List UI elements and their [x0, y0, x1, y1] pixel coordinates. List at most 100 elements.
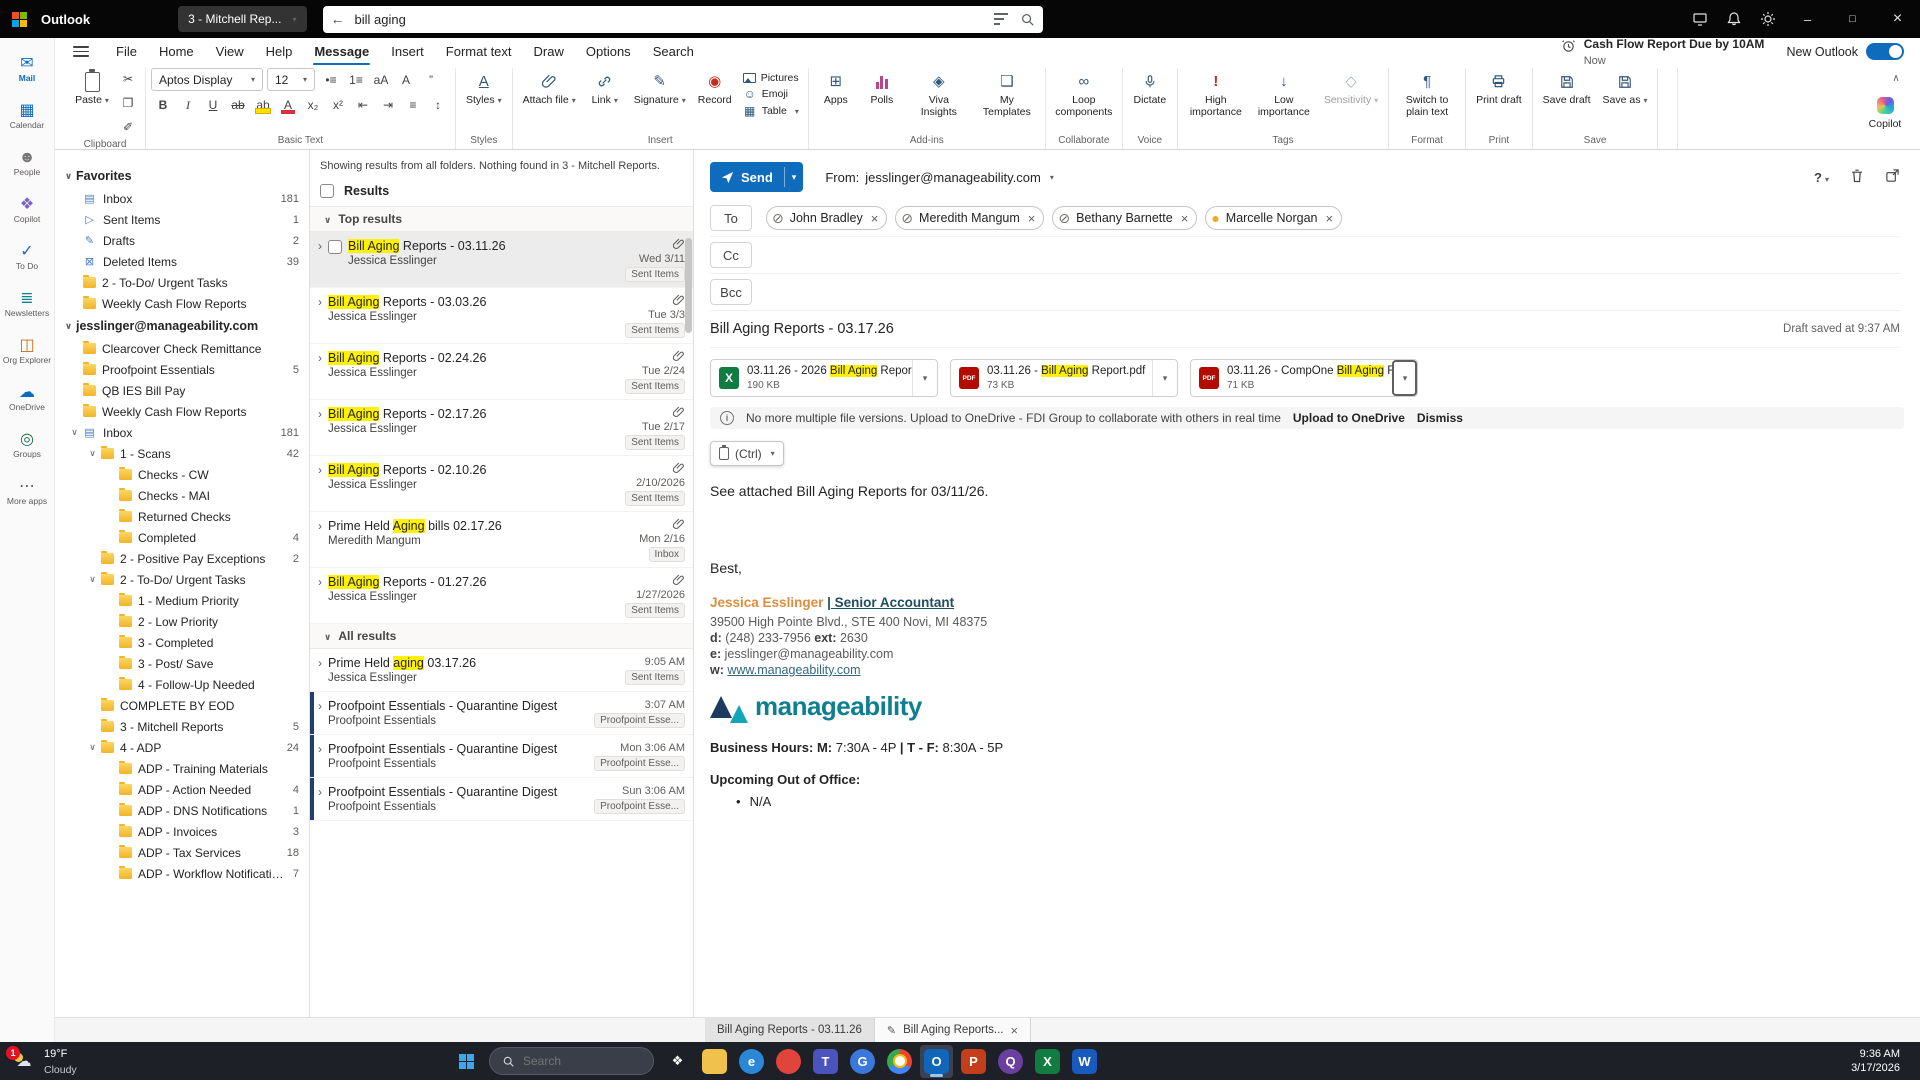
folder-tree-item[interactable]: 4 - ADP 24 [55, 737, 309, 758]
folder-tree-item[interactable]: Proofpoint Essentials 5 [55, 359, 309, 380]
expand-chevron-icon[interactable] [312, 574, 328, 618]
low-importance-button[interactable]: ↓ Low importance [1251, 68, 1317, 120]
folder-tree-item[interactable]: QB IES Bill Pay [55, 380, 309, 401]
tab-draw[interactable]: Draw [523, 38, 575, 65]
change-case-icon[interactable]: aA [369, 69, 393, 91]
folder-tree-item[interactable]: 3 - Mitchell Reports 5 [55, 716, 309, 737]
folder-tree-item[interactable]: ADP - Tax Services 18 [55, 842, 309, 863]
collapse-ribbon-icon[interactable] [1885, 68, 1907, 88]
search-bar[interactable] [323, 6, 1043, 33]
settings-gear-icon[interactable] [1751, 0, 1785, 38]
folder-tree-item[interactable]: ADP - Training Materials [55, 758, 309, 779]
message-body-editor[interactable]: See attached Bill Aging Reports for 03/1… [694, 466, 1920, 1017]
subject-field[interactable]: Bill Aging Reports - 03.17.26 [710, 321, 894, 337]
search-result-item[interactable]: Prime Held Aging bills 02.17.26 Meredith… [310, 512, 693, 568]
result-checkbox[interactable] [328, 240, 342, 254]
attachment-card[interactable]: PDF 03.11.26 - CompOne Bill Aging Re... … [1190, 359, 1418, 397]
expand-chevron-icon[interactable] [85, 742, 100, 753]
copy-icon[interactable]: ❐ [116, 92, 140, 114]
paste-options-widget[interactable]: (Ctrl) [710, 441, 784, 466]
sensitivity-button[interactable]: ◇ Sensitivity [1319, 68, 1383, 108]
strikethrough-icon[interactable]: ab [226, 94, 250, 116]
from-selector[interactable]: From: jesslinger@manageability.com [825, 170, 1054, 185]
rail-people[interactable]: ☻ People [0, 140, 54, 187]
share-screen-icon[interactable] [1683, 0, 1717, 38]
search-result-item[interactable]: Proofpoint Essentials - Quarantine Diges… [310, 778, 693, 821]
font-name-dropdown[interactable]: Aptos Display [151, 68, 263, 91]
expand-chevron-icon[interactable] [312, 655, 328, 686]
tab-search[interactable]: Search [642, 38, 705, 65]
text-highlight-icon[interactable]: ab [251, 94, 275, 116]
underline-icon[interactable]: U [201, 94, 225, 116]
loop-components-button[interactable]: ∞ Loop components [1051, 68, 1117, 120]
attachment-card[interactable]: PDF 03.11.26 - Bill Aging Report.pdf 73 … [950, 359, 1178, 397]
align-icon[interactable]: ≡ [401, 94, 425, 116]
apps-button[interactable]: ⊞ Apps [814, 68, 858, 108]
folder-tree-item[interactable]: ▤ Inbox 181 [55, 188, 309, 209]
font-size-dropdown[interactable]: 12 [267, 68, 315, 91]
italic-icon[interactable]: I [176, 94, 200, 116]
switch-plain-text-button[interactable]: ¶ Switch to plain text [1394, 68, 1460, 120]
all-results-header[interactable]: All results [310, 624, 693, 649]
expand-chevron-icon[interactable] [312, 462, 328, 506]
bcc-button[interactable]: Bcc [710, 279, 752, 305]
folder-tree-item[interactable]: 2 - Positive Pay Exceptions 2 [55, 548, 309, 569]
search-result-item[interactable]: Proofpoint Essentials - Quarantine Diges… [310, 692, 693, 735]
link-button[interactable]: Link [583, 68, 627, 108]
expand-chevron-icon[interactable] [312, 238, 328, 282]
copilot-button[interactable]: Copilot [1863, 92, 1907, 132]
search-result-item[interactable]: Bill Aging Reports - 02.10.26 Jessica Es… [310, 456, 693, 512]
folder-tree-item[interactable]: 2 - Low Priority [55, 611, 309, 632]
high-importance-button[interactable]: ! High importance [1183, 68, 1249, 120]
taskbar-clock[interactable]: 9:36 AM 3/17/2026 [1851, 1047, 1908, 1076]
taskbar-outlook[interactable]: O [920, 1045, 953, 1078]
record-button[interactable]: ◉ Record [693, 68, 737, 108]
folder-tree-item[interactable]: Checks - CW [55, 464, 309, 485]
attachment-options-chevron[interactable] [912, 360, 937, 396]
dismiss-button[interactable]: Dismiss [1417, 411, 1463, 425]
folder-tree-item[interactable]: 1 - Medium Priority [55, 590, 309, 611]
expand-chevron-icon[interactable] [67, 427, 82, 438]
attachment-options-chevron[interactable] [1392, 360, 1417, 396]
folder-tree-item[interactable]: Checks - MAI [55, 485, 309, 506]
decrease-indent-icon[interactable]: ⇤ [351, 94, 375, 116]
folder-tree-item[interactable]: Favorites [55, 164, 309, 188]
folder-tree-item[interactable]: Weekly Cash Flow Reports [55, 293, 309, 314]
search-filter-icon[interactable] [994, 13, 1008, 25]
my-templates-button[interactable]: ❏ My Templates [974, 68, 1040, 120]
folder-tree-item[interactable]: 2 - To-Do/ Urgent Tasks [55, 272, 309, 293]
remove-recipient-icon[interactable] [871, 211, 879, 226]
expand-chevron-icon[interactable] [312, 518, 328, 562]
search-scope-dropdown[interactable]: 3 - Mitchell Rep... [178, 6, 306, 32]
back-icon[interactable] [331, 11, 345, 27]
folder-tree-item[interactable]: jesslinger@manageability.com [55, 314, 309, 338]
taskbar-app-blue[interactable]: G [846, 1045, 879, 1078]
subscript-icon[interactable]: x₂ [301, 94, 325, 116]
tab-insert[interactable]: Insert [380, 38, 435, 65]
attachment-card[interactable]: X 03.11.26 - 2026 Bill Aging Report (...… [710, 359, 938, 397]
bold-icon[interactable]: B [151, 94, 175, 116]
folder-tree-item[interactable]: Clearcover Check Remittance [55, 338, 309, 359]
line-spacing-icon[interactable]: ↕ [426, 94, 450, 116]
reminder-toast[interactable]: Cash Flow Report Due by 10AM Now [1561, 36, 1765, 66]
tab-message[interactable]: Message [303, 38, 380, 65]
tab-help[interactable]: Help [255, 38, 304, 65]
expand-chevron-icon[interactable] [85, 574, 100, 585]
taskbar-excel[interactable]: X [1031, 1045, 1064, 1078]
search-result-item[interactable]: Bill Aging Reports - 02.24.26 Jessica Es… [310, 344, 693, 400]
folder-tree-item[interactable]: 4 - Follow-Up Needed [55, 674, 309, 695]
quote-icon[interactable]: ” [419, 69, 443, 91]
expand-chevron-icon[interactable] [61, 321, 76, 332]
rail-groups[interactable]: ◎ Groups [0, 422, 54, 469]
expand-chevron-icon[interactable] [312, 784, 328, 815]
close-tab-icon[interactable] [1010, 1023, 1018, 1038]
search-result-item[interactable]: Bill Aging Reports - 01.27.26 Jessica Es… [310, 568, 693, 624]
rail-copilot[interactable]: ❖ Copilot [0, 187, 54, 234]
message-help-button[interactable] [1814, 170, 1829, 185]
search-result-item[interactable]: Prime Held aging 03.17.26 Jessica Esslin… [310, 649, 693, 692]
print-draft-button[interactable]: Print draft [1471, 68, 1527, 108]
search-result-item[interactable]: Bill Aging Reports - 03.03.26 Jessica Es… [310, 288, 693, 344]
taskbar-teams[interactable]: T [809, 1045, 842, 1078]
increase-indent-icon[interactable]: ⇥ [376, 94, 400, 116]
taskbar-chrome[interactable] [883, 1045, 916, 1078]
